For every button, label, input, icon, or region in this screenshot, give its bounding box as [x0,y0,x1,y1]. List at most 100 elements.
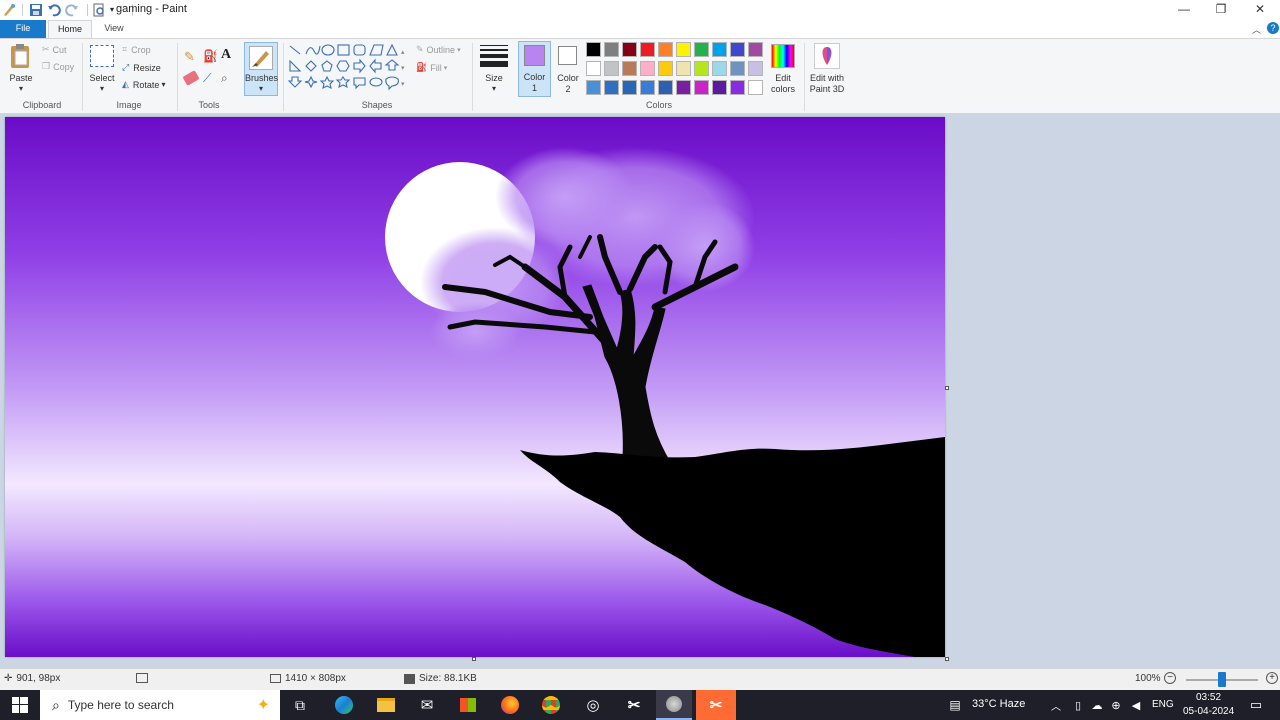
paint3d-icon[interactable] [814,43,840,69]
palette-swatch[interactable] [586,80,601,95]
palette-swatch[interactable] [712,42,727,57]
edge-icon[interactable] [330,690,358,720]
palette-swatch[interactable] [748,80,763,95]
zoom-out-icon[interactable]: − [1164,672,1176,684]
palette-swatch[interactable] [730,42,745,57]
cloud-icon[interactable]: ☁ [1089,690,1105,720]
paint-taskbar-icon[interactable] [656,690,692,720]
palette-swatch[interactable] [622,80,637,95]
task-view-icon[interactable]: ⧉ [288,690,312,720]
size-dropdown-icon[interactable]: ▾ [478,83,510,94]
clock-date[interactable]: 05-04-2024 [1183,706,1234,717]
palette-swatch[interactable] [604,42,619,57]
color1-button[interactable]: Color 1 [518,41,551,97]
file-explorer-icon[interactable] [372,690,400,720]
weather-text[interactable]: 33°C Haze [972,698,1025,710]
palette-swatch[interactable] [676,61,691,76]
recorder-icon[interactable]: ◎ [579,690,607,720]
select-icon[interactable] [90,45,114,67]
network-icon[interactable]: ⊕ [1108,690,1124,720]
tab-file[interactable]: File [0,20,46,38]
brushes-button[interactable]: Brushes ▾ [244,42,278,96]
tab-home[interactable]: Home [48,20,92,38]
chrome-icon[interactable] [537,690,565,720]
text-tool-icon[interactable]: A [221,47,235,63]
minimize-button[interactable]: — [1174,1,1194,17]
cut-button[interactable]: ✂ Cut [42,44,67,55]
palette-swatch[interactable] [694,42,709,57]
palette-swatch[interactable] [640,80,655,95]
resize-button[interactable]: ⤢ Resize [122,62,161,73]
fill-bucket-icon[interactable]: ⛽ [203,49,218,63]
palette-swatch[interactable] [640,61,655,76]
canvas-area[interactable] [0,114,1280,668]
redo-icon[interactable] [65,3,79,17]
palette-swatch[interactable] [712,61,727,76]
notifications-icon[interactable]: ▭ [1246,690,1266,720]
resize-handle-right[interactable] [945,386,949,390]
palette-swatch[interactable] [676,80,691,95]
palette-swatch[interactable] [676,42,691,57]
device-icon[interactable]: ▯ [1070,690,1086,720]
paste-icon[interactable] [8,43,34,71]
capcut-active-icon[interactable]: ✂ [696,690,736,720]
crop-button[interactable]: ⌗ Crop [122,44,151,55]
pencil-icon[interactable]: ✎ [184,49,198,64]
eraser-icon[interactable] [182,70,200,86]
edit-colors-icon[interactable] [771,44,795,68]
show-hidden-icons[interactable]: ︿ [1048,690,1064,720]
restore-button[interactable]: ❐ [1211,1,1231,17]
palette-swatch[interactable] [586,61,601,76]
help-icon[interactable]: ? [1267,22,1279,34]
select-dropdown-icon[interactable]: ▾ [86,83,118,94]
palette-swatch[interactable] [604,80,619,95]
palette-swatch[interactable] [730,80,745,95]
zoom-slider-thumb[interactable] [1218,672,1226,687]
palette-swatch[interactable] [694,61,709,76]
volume-icon[interactable]: ◀ [1128,690,1144,720]
weather-icon[interactable]: ▤ [946,690,964,720]
collapse-ribbon-icon[interactable]: ︿ [1252,23,1261,36]
palette-swatch[interactable] [640,42,655,57]
palette-swatch[interactable] [604,61,619,76]
clock-time[interactable]: 03:52 [1196,692,1221,703]
edit-colors-button[interactable]: Edit colors [766,73,800,95]
palette-swatch[interactable] [748,42,763,57]
firefox-icon[interactable] [496,690,524,720]
palette-swatch[interactable] [730,61,745,76]
outline-button[interactable]: ✎ Outline ▾ [416,44,461,55]
magnifier-icon[interactable]: ⌕ [221,71,235,85]
store-icon[interactable] [454,690,482,720]
shapes-scroll-icon[interactable]: ▴ ▾ ▾ [401,45,405,93]
size-icon[interactable] [480,45,508,69]
fill-button[interactable]: ⛽ Fill ▾ [416,62,447,73]
palette-swatch[interactable] [658,80,673,95]
search-box[interactable]: ⌕ Type here to search ✦ [40,690,280,720]
edit-with-paint3d-button[interactable]: Edit with Paint 3D [806,73,848,95]
print-preview-icon[interactable] [92,3,106,17]
tab-view[interactable]: View [94,20,134,38]
rotate-button[interactable]: ◭ Rotate ▾ [122,79,165,90]
mail-icon[interactable]: ✉ [413,690,441,720]
palette-swatch[interactable] [748,61,763,76]
shapes-gallery[interactable] [287,43,400,95]
capcut-icon[interactable]: ✂ [620,690,648,720]
save-icon[interactable] [29,3,43,17]
zoom-in-icon[interactable]: + [1266,672,1278,684]
language-indicator[interactable]: ENG [1152,699,1174,710]
start-button[interactable] [0,690,40,720]
color2-button[interactable]: Color 2 [553,41,583,97]
palette-swatch[interactable] [712,80,727,95]
palette-swatch[interactable] [658,61,673,76]
palette-swatch[interactable] [622,61,637,76]
resize-handle-bottom[interactable] [472,657,476,661]
palette-swatch[interactable] [622,42,637,57]
undo-icon[interactable] [47,3,61,17]
palette-swatch[interactable] [586,42,601,57]
close-button[interactable]: ✕ [1250,1,1270,17]
palette-swatch[interactable] [694,80,709,95]
resize-handle-corner[interactable] [945,657,949,661]
copy-button[interactable]: ❐ Copy [42,61,74,72]
drawing-canvas[interactable] [5,117,945,657]
paste-dropdown-icon[interactable]: ▾ [6,83,36,94]
